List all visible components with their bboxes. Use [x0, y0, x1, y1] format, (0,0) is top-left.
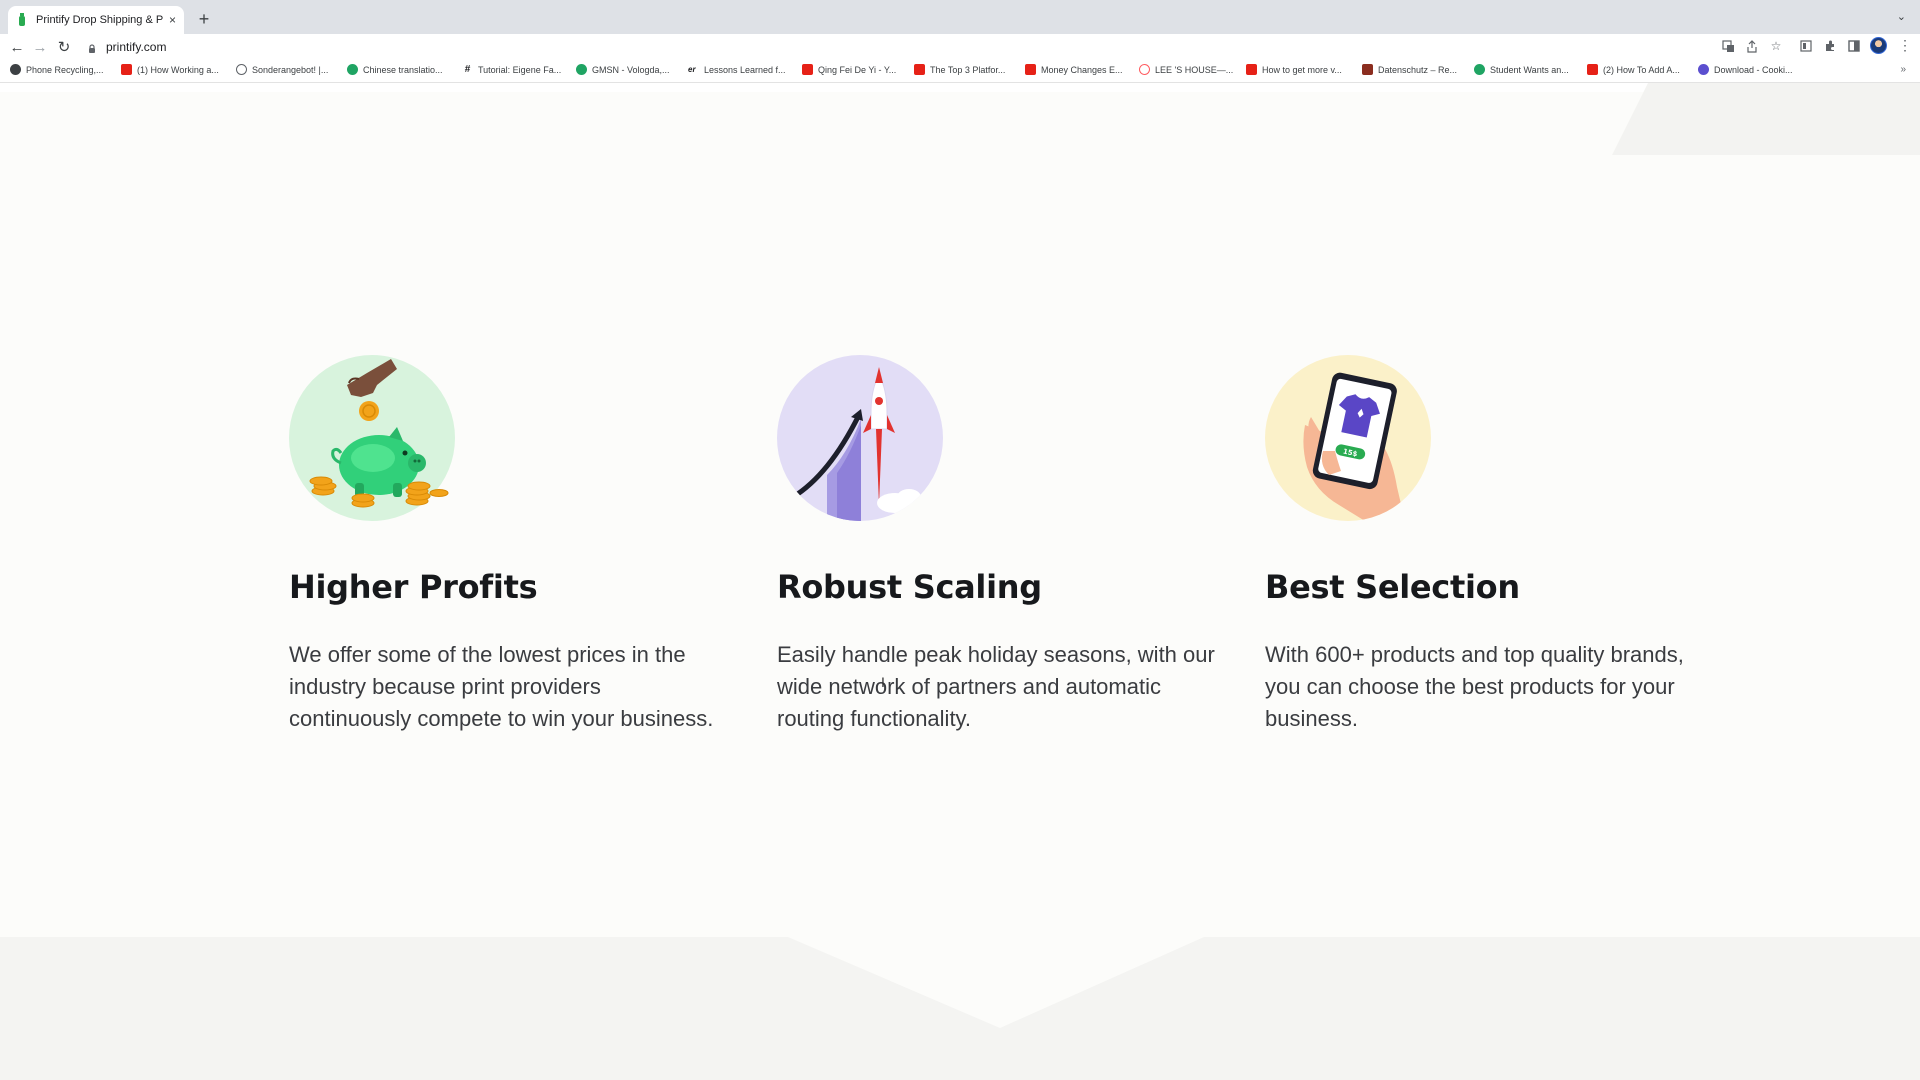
tab-search-chevron-icon[interactable]: ⌄ [1897, 10, 1906, 23]
bookmark-item[interactable]: Sonderangebot! |... [236, 64, 328, 75]
youtube-icon [802, 64, 813, 75]
bookmarks-overflow-chevron-icon[interactable]: » [1900, 64, 1906, 75]
bookmark-item[interactable]: Chinese translatio... [347, 64, 443, 75]
bookmark-item[interactable]: # Tutorial: Eigene Fa... [462, 64, 562, 75]
bookmark-favicon-icon: er [688, 65, 696, 74]
text-cursor-icon: I [881, 674, 885, 690]
bookmark-item[interactable]: Phone Recycling,... [10, 64, 104, 75]
bookmarks-bar: Phone Recycling,... (1) How Working a...… [0, 62, 1920, 82]
translate-icon[interactable] [1720, 38, 1736, 54]
tab-title: Printify Drop Shipping & Printing [36, 14, 163, 26]
feature-title: Higher Profits [289, 568, 538, 606]
share-icon[interactable] [1744, 38, 1760, 54]
feature-description: We offer some of the lowest prices in th… [289, 642, 714, 731]
bottom-section-background [0, 937, 1920, 1080]
address-bar[interactable]: printify.com [106, 39, 166, 55]
bookmark-favicon-icon [1362, 64, 1373, 75]
bookmark-favicon-icon [347, 64, 358, 75]
browser-tab-active[interactable]: Printify Drop Shipping & Printing × [8, 6, 184, 34]
tab-close-icon[interactable]: × [169, 13, 176, 27]
piggy-bank-icon [289, 355, 455, 521]
phone-shirt-icon: 15$ [1265, 355, 1431, 521]
puzzle-icon[interactable] [1822, 38, 1838, 54]
feature-description: Easily handle peak holiday seasons, with… [777, 642, 1215, 731]
bookmark-item[interactable]: The Top 3 Platfor... [914, 64, 1005, 75]
feature-description: With 600+ products and top quality brand… [1265, 642, 1684, 731]
bookmark-favicon-icon [1698, 64, 1709, 75]
bookmark-item[interactable]: (1) How Working a... [121, 64, 219, 75]
tab-strip: Printify Drop Shipping & Printing × + ⌄ [0, 0, 1920, 34]
new-tab-button[interactable]: + [194, 8, 214, 30]
youtube-icon [121, 64, 132, 75]
extension-icon[interactable] [1798, 38, 1814, 54]
bookmark-item[interactable]: GMSN - Vologda,... [576, 64, 670, 75]
feature-title: Robust Scaling [777, 568, 1042, 606]
youtube-icon [1246, 64, 1257, 75]
bookmark-item[interactable]: (2) How To Add A... [1587, 64, 1680, 75]
feature-best-selection: 15$ Best Selection With 600+ products an… [1265, 355, 1705, 735]
bookmark-favicon-icon [10, 64, 21, 75]
side-panel-icon[interactable] [1846, 38, 1862, 54]
lock-icon[interactable] [88, 44, 96, 54]
back-button[interactable]: ← [7, 38, 27, 58]
bookmark-star-icon[interactable]: ☆ [1768, 38, 1784, 54]
top-right-decoration [1612, 83, 1920, 155]
feature-higher-profits: Higher Profits We offer some of the lowe… [289, 355, 729, 735]
feature-robust-scaling: Robust Scaling Easily handle peak holida… [777, 355, 1217, 735]
forward-button[interactable]: → [30, 38, 50, 58]
page-content: Higher Profits We offer some of the lowe… [0, 83, 1920, 1080]
bookmark-item[interactable]: er Lessons Learned f... [688, 64, 786, 75]
bookmark-favicon-icon [576, 64, 587, 75]
youtube-icon [914, 64, 925, 75]
airbnb-icon [1139, 64, 1150, 75]
youtube-icon [1587, 64, 1598, 75]
bookmark-item[interactable]: Qing Fei De Yi - Y... [802, 64, 896, 75]
bookmark-item[interactable]: Datenschutz – Re... [1362, 64, 1457, 75]
feature-title: Best Selection [1265, 568, 1520, 606]
printify-favicon-icon [19, 13, 25, 26]
bookmark-favicon-icon [1474, 64, 1485, 75]
hashtag-icon: # [464, 64, 471, 75]
bookmark-item[interactable]: LEE 'S HOUSE—... [1139, 64, 1233, 75]
bookmark-item[interactable]: Download - Cooki... [1698, 64, 1793, 75]
youtube-icon [1025, 64, 1036, 75]
rocket-growth-icon [777, 355, 943, 521]
bookmark-item[interactable]: How to get more v... [1246, 64, 1342, 75]
bookmark-item[interactable]: Student Wants an... [1474, 64, 1569, 75]
bookmark-item[interactable]: Money Changes E... [1025, 64, 1123, 75]
profile-avatar[interactable] [1870, 37, 1887, 54]
bookmark-favicon-icon [236, 64, 247, 75]
reload-button[interactable]: ↻ [54, 38, 74, 58]
browser-menu-icon[interactable]: ⋮ [1898, 37, 1912, 54]
